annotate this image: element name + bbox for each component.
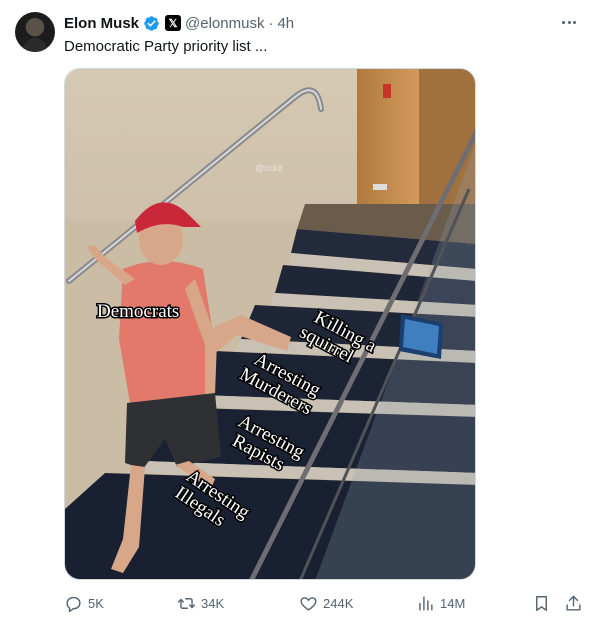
verified-badge-icon (144, 15, 159, 31)
post-actions: 5K 34K 244K 14M (64, 594, 584, 614)
post-time[interactable]: 4h (277, 15, 294, 32)
reply-count: 5K (88, 596, 104, 611)
separator-dot: · (268, 14, 274, 32)
bookmark-button[interactable] (532, 594, 551, 613)
bookmark-icon (536, 596, 547, 611)
views-bar-chart-icon (419, 596, 433, 611)
repost-button[interactable]: 34K (177, 594, 224, 613)
author-handle[interactable]: @elonmusk (185, 15, 264, 32)
image-watermark: @ricklt (255, 163, 283, 173)
views-button[interactable]: 14M (416, 594, 465, 613)
repost-count: 34K (201, 596, 225, 611)
caption-democrats: Democrats (97, 301, 179, 322)
post-text: Democratic Party priority list ... (64, 38, 268, 55)
reply-button[interactable]: 5K (64, 594, 104, 613)
repost-icon (177, 598, 196, 609)
heart-icon (300, 597, 317, 611)
x-platform-icon: 𝕏 (165, 15, 182, 31)
meme-image: Democrats Killing a squirrel Arresting M… (65, 69, 475, 579)
share-button[interactable] (564, 594, 583, 613)
like-count: 244K (323, 596, 354, 611)
author-name[interactable]: Elon Musk (64, 15, 139, 32)
like-button[interactable]: 244K (299, 594, 353, 613)
share-icon (566, 595, 581, 611)
author-avatar[interactable] (15, 12, 55, 52)
reply-icon (66, 596, 81, 613)
post-image[interactable]: Democrats Killing a squirrel Arresting M… (64, 68, 476, 580)
more-options-icon[interactable] (558, 12, 580, 32)
view-count: 14M (440, 596, 466, 611)
post-header: Elon Musk 𝕏 @elonmusk · 4h (64, 13, 294, 33)
